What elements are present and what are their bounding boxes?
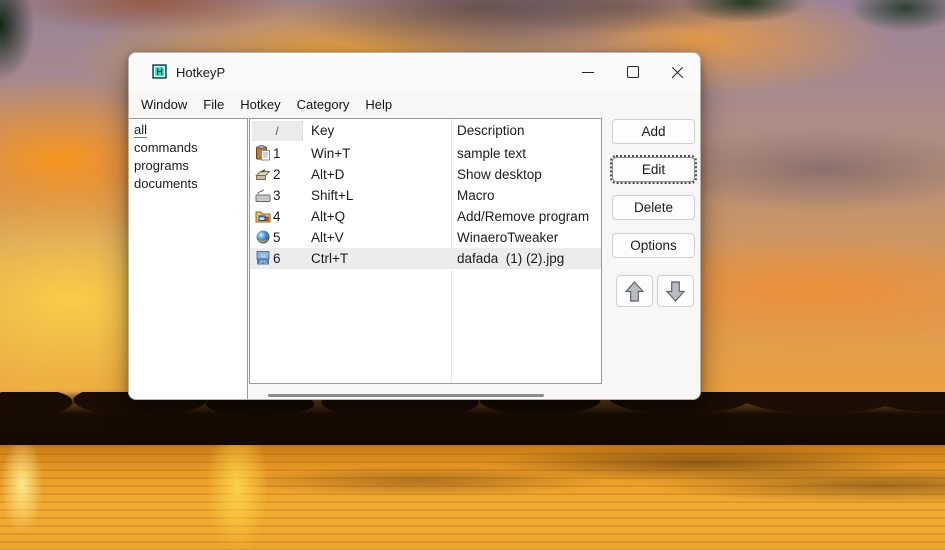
table-row[interactable]: 3 Shift+L Macro — [250, 185, 601, 206]
key-column-header[interactable]: Key — [311, 123, 334, 138]
svg-text:ig: ig — [261, 253, 265, 258]
category-item-documents[interactable]: documents — [129, 175, 247, 193]
winaero-tweaker-icon — [256, 230, 270, 244]
down-arrow-icon — [666, 280, 685, 302]
category-item-programs[interactable]: programs — [129, 157, 247, 175]
menu-file[interactable]: File — [195, 97, 232, 112]
menu-hotkey[interactable]: Hotkey — [232, 97, 288, 112]
hotkey-list: / Key Description 1 Win+T sample text 2 … — [249, 118, 602, 384]
window-title: HotkeyP — [176, 65, 226, 80]
table-row[interactable]: 4 Alt+Q Add/Remove program — [250, 206, 601, 227]
hotkey-rows: 1 Win+T sample text 2 Alt+D Show desktop — [250, 143, 601, 269]
sort-column-header[interactable]: / — [252, 121, 303, 141]
menu-window[interactable]: Window — [133, 97, 195, 112]
menu-category[interactable]: Category — [289, 97, 358, 112]
close-icon — [671, 66, 684, 79]
horizontal-scrollbar[interactable] — [249, 389, 602, 399]
move-down-button[interactable] — [657, 275, 694, 307]
description-column-header[interactable]: Description — [457, 123, 525, 138]
up-arrow-icon — [625, 280, 644, 302]
options-button[interactable]: Options — [612, 233, 695, 258]
menu-help[interactable]: Help — [357, 97, 400, 112]
horizontal-scrollbar-thumb[interactable] — [268, 394, 544, 397]
hotkeyp-window: H HotkeyP Window File Hotkey Category He… — [128, 52, 701, 400]
table-row[interactable]: 2 Alt+D Show desktop — [250, 164, 601, 185]
window-controls — [565, 53, 700, 91]
maximize-icon — [626, 66, 639, 78]
table-row[interactable]: 5 Alt+V WinaeroTweaker — [250, 227, 601, 248]
paste-clipboard-icon — [256, 145, 270, 161]
close-button[interactable] — [655, 53, 700, 91]
minimize-button[interactable] — [565, 53, 610, 91]
water-reflection — [0, 445, 945, 550]
programs-folder-icon — [255, 211, 271, 223]
category-item-all[interactable]: all — [129, 121, 247, 139]
svg-text:JPG: JPG — [259, 260, 268, 265]
svg-text:H: H — [156, 67, 163, 77]
keyboard-macro-icon — [255, 189, 271, 202]
menu-bar: Window File Hotkey Category Help — [133, 91, 400, 118]
table-row[interactable]: 1 Win+T sample text — [250, 143, 601, 164]
minimize-icon — [581, 71, 594, 73]
show-desktop-icon — [255, 169, 271, 180]
jpg-image-icon: ig JPG — [256, 251, 270, 265]
add-button[interactable]: Add — [612, 119, 695, 144]
category-sidebar: all commands programs documents — [129, 118, 248, 399]
edit-button[interactable]: Edit — [610, 155, 697, 184]
category-item-commands[interactable]: commands — [129, 139, 247, 157]
table-row-selected[interactable]: ig JPG 6 Ctrl+T dafada (1) (2).jpg — [250, 248, 601, 269]
app-icon: H — [152, 64, 167, 79]
delete-button[interactable]: Delete — [612, 195, 695, 220]
maximize-button[interactable] — [610, 53, 655, 91]
move-up-button[interactable] — [616, 275, 653, 307]
title-bar[interactable]: H HotkeyP — [129, 53, 700, 91]
